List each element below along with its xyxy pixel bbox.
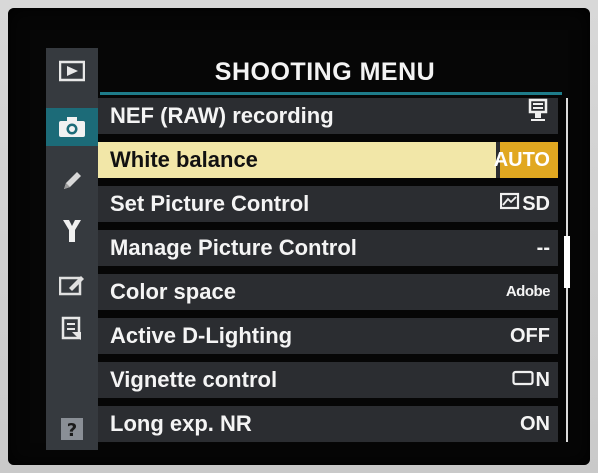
nef-raw-icon	[528, 98, 550, 134]
menu-item-label: White balance	[110, 147, 258, 172]
retouch-menu-tab[interactable]	[46, 266, 98, 304]
menu-item-label: NEF (RAW) recording	[110, 103, 334, 128]
menu-item-value: --	[537, 230, 550, 266]
menu-item-value-text: N	[535, 369, 550, 391]
setup-menu-tab[interactable]	[46, 212, 98, 250]
menu-item-label: Manage Picture Control	[110, 235, 357, 260]
playback-icon	[59, 60, 85, 82]
menu-item-label: Color space	[110, 279, 236, 304]
menu-item-nef-raw-recording[interactable]: NEF (RAW) recording	[98, 98, 558, 134]
custom-settings-tab[interactable]	[46, 162, 98, 200]
pencil-icon	[60, 169, 84, 193]
menu-item-label: Vignette control	[110, 367, 278, 392]
menu-item-value-text: OFF	[510, 325, 550, 347]
menu-item-value-text: AUTO	[493, 149, 550, 171]
menu-item-active-d-lighting[interactable]: Active D-Lighting OFF	[98, 318, 558, 354]
vignette-frame-icon	[511, 362, 534, 398]
menu-item-vignette-control[interactable]: Vignette control N	[98, 362, 558, 398]
menu-item-value-text: --	[536, 237, 550, 259]
menu-item-value	[528, 98, 550, 134]
picture-control-icon	[500, 186, 520, 222]
menu-list: NEF (RAW) recording White balance AUTO S…	[98, 98, 558, 448]
menu-item-value: SD	[500, 186, 550, 222]
menu-item-value-text: SD	[522, 193, 550, 215]
playback-menu-tab[interactable]	[46, 52, 98, 90]
menu-item-label: Active D-Lighting	[110, 323, 293, 348]
menu-item-color-space[interactable]: Color space Adobe	[98, 274, 558, 310]
menu-title: SHOOTING MENU	[214, 58, 436, 86]
wrench-icon	[60, 218, 84, 244]
menu-item-value: OFF	[510, 318, 550, 354]
retouch-icon	[59, 274, 85, 296]
title-divider	[100, 92, 562, 95]
menu-item-set-picture-control[interactable]: Set Picture Control SD	[98, 186, 558, 222]
shooting-menu-tab[interactable]	[46, 108, 98, 146]
camera-icon	[58, 116, 86, 138]
menu-item-white-balance[interactable]: White balance AUTO	[98, 142, 558, 178]
help-tab[interactable]: ?	[46, 410, 98, 448]
camera-body: ? SHOOTING MENU NEF (RAW) recording Whit…	[0, 0, 598, 473]
menu-item-label: Long exp. NR	[110, 411, 252, 436]
scrollbar-thumb[interactable]	[564, 236, 570, 288]
menu-item-label: Set Picture Control	[110, 191, 310, 216]
menu-item-manage-picture-control[interactable]: Manage Picture Control --	[98, 230, 558, 266]
menu-item-long-exp-nr[interactable]: Long exp. NR ON	[98, 406, 558, 442]
menu-item-value: N	[511, 362, 550, 398]
svg-text:?: ?	[67, 420, 77, 441]
menu-item-value-text: Adobe	[505, 283, 551, 300]
menu-tab-column: ?	[46, 48, 98, 450]
menu-item-value: Adobe	[505, 274, 551, 310]
lcd-screen: ? SHOOTING MENU NEF (RAW) recording Whit…	[8, 8, 590, 465]
my-menu-tab[interactable]	[46, 310, 98, 348]
menu-item-value: ON	[520, 406, 550, 442]
my-menu-icon	[60, 316, 84, 342]
menu-item-value-text: ON	[520, 413, 550, 435]
help-icon: ?	[60, 417, 84, 441]
menu-item-value: AUTO	[494, 142, 550, 178]
scrollbar[interactable]	[564, 98, 570, 442]
